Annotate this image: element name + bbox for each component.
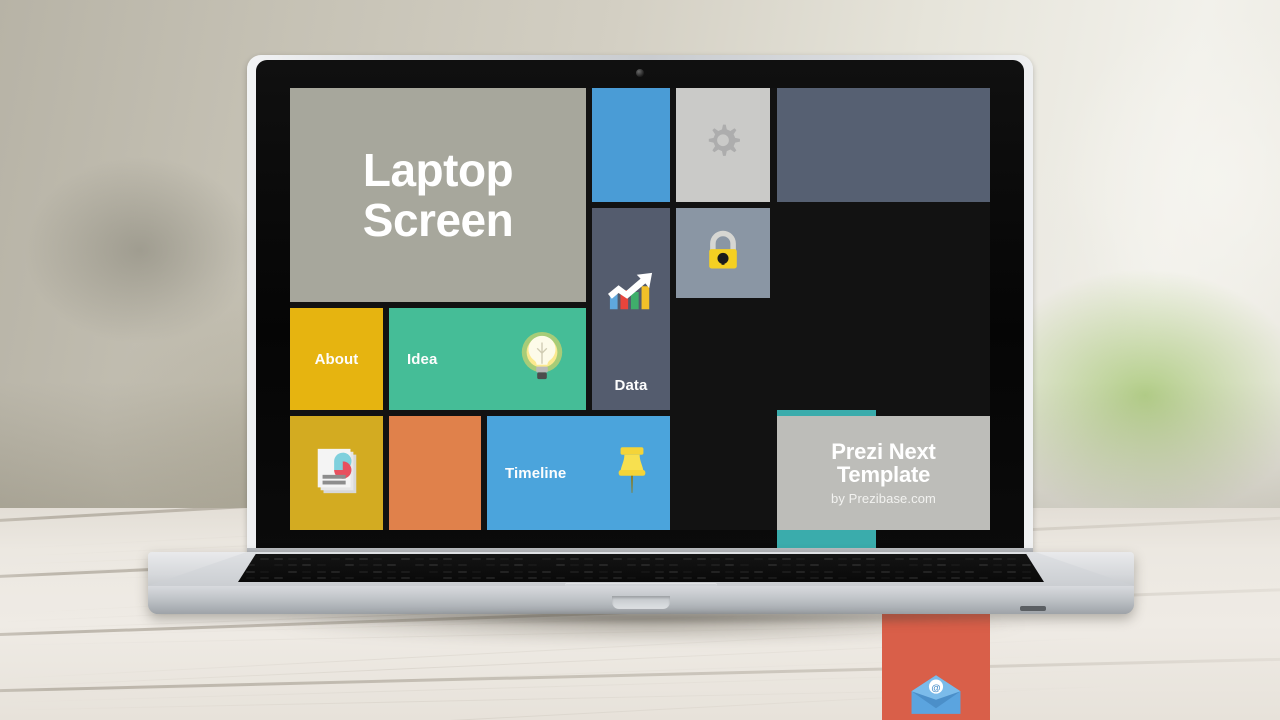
tile-blue-accent[interactable] (592, 88, 670, 202)
laptop: Laptop Screen Data @ About Idea Timeline… (0, 0, 1280, 720)
documents-pie-chart-icon (310, 445, 364, 502)
tile-about-label: About (314, 350, 359, 368)
padlock-icon (702, 228, 744, 279)
email-envelope-icon: @ (882, 612, 990, 720)
camera-dot-icon (636, 69, 644, 77)
tile-title[interactable]: Laptop Screen (290, 88, 586, 302)
gear-icon (701, 121, 745, 170)
tile-idea-label: Idea (407, 350, 438, 368)
branding-text: Prezi Next Template by Prezibase.com (831, 438, 936, 507)
branding-line2: Template (836, 462, 931, 488)
lightbulb-icon (516, 327, 568, 392)
tile-dark-panel[interactable] (777, 88, 990, 202)
tile-timeline[interactable]: Timeline (487, 416, 670, 530)
screen-title-line1: Laptop (362, 144, 514, 196)
laptop-base-shadow (150, 608, 1130, 628)
tile-about[interactable]: About (290, 308, 383, 410)
tile-timeline-label: Timeline (505, 464, 567, 482)
tile-data-label: Data (614, 377, 648, 394)
bar-chart-growth-icon (592, 208, 670, 376)
pushpin-icon (612, 442, 652, 505)
tile-settings[interactable] (676, 88, 770, 202)
svg-text:@: @ (931, 682, 940, 693)
tile-security[interactable] (676, 208, 770, 298)
tile-orange-accent[interactable] (389, 416, 481, 530)
scene: Laptop Screen Data @ About Idea Timeline… (0, 0, 1280, 720)
tile-idea[interactable]: Idea (389, 308, 586, 410)
tile-contact[interactable]: @ Contact (882, 612, 990, 720)
tile-documents[interactable] (290, 416, 383, 530)
branding-byline: by Prezibase.com (831, 491, 936, 507)
screen-title: Laptop Screen (362, 144, 514, 246)
branding-line1: Prezi Next (831, 438, 936, 464)
screen-content: Laptop Screen Data @ About Idea Timeline… (290, 88, 990, 720)
laptop-keyboard[interactable] (238, 554, 1044, 582)
tile-branding[interactable]: Prezi Next Template by Prezibase.com (777, 416, 990, 530)
tile-data[interactable]: Data (592, 208, 670, 410)
screen-title-line2: Screen (362, 194, 514, 246)
